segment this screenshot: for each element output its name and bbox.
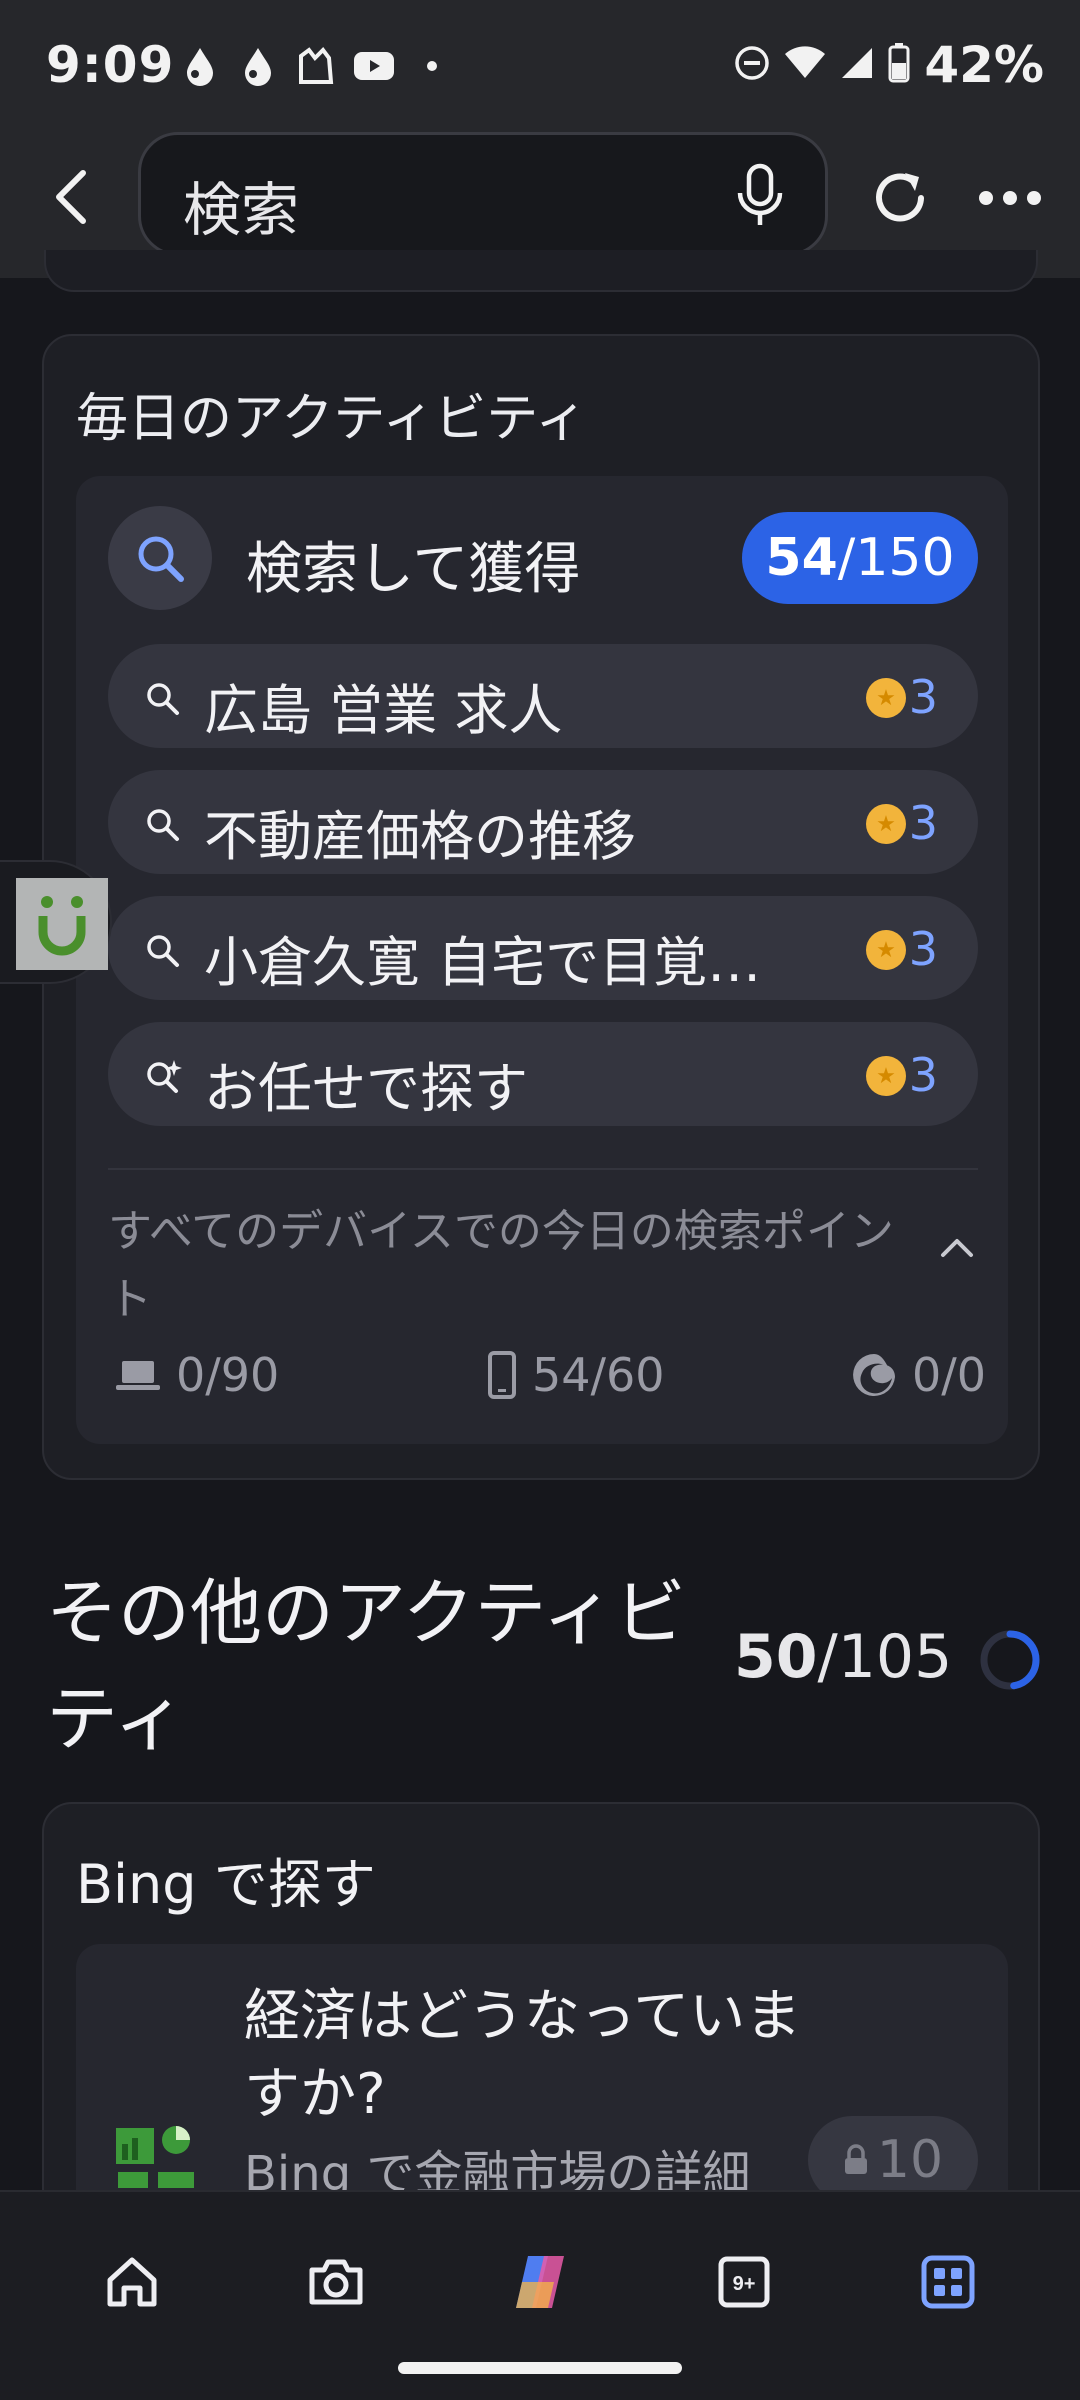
device-mobile: 54/60 [486, 1348, 665, 1402]
other-activities-count: 50/105 [734, 1622, 952, 1692]
home-indicator[interactable] [398, 2362, 682, 2374]
nav-camera[interactable] [296, 2242, 376, 2322]
other-activities-title: その他のアクティビティ [46, 1571, 687, 1761]
device-pc-points: 0/90 [176, 1348, 280, 1402]
signal-icon [840, 46, 874, 84]
suggested-query[interactable]: 広島 営業 求人 ★ 3 [108, 644, 978, 748]
suggested-query[interactable]: 不動産価格の推移 ★ 3 [108, 770, 978, 874]
query-text: 不動産価格の推移 [204, 805, 636, 868]
nav-tabs[interactable]: 9+ [704, 2242, 784, 2322]
nav-apps[interactable] [908, 2242, 988, 2322]
search-input-text: 検索 [183, 176, 300, 244]
suggested-query[interactable]: 小倉久寛 自宅で目覚… ★ 3 [108, 896, 978, 1000]
u-logo-icon [16, 878, 108, 970]
microphone-icon[interactable] [735, 163, 785, 233]
status-bar: 9:09 42% [0, 0, 1080, 132]
system-icons: 42% [734, 36, 1044, 94]
search-points-current: 54 [765, 528, 838, 588]
copilot-icon [516, 2256, 564, 2308]
tabs-count-icon: 9+ [718, 2256, 770, 2308]
more-dot-icon [1003, 191, 1017, 205]
chart-illustration-icon [114, 2120, 200, 2194]
phone-icon [488, 1351, 516, 1399]
coin-icon: ★ [866, 678, 906, 718]
svg-text:9+: 9+ [733, 2273, 756, 2295]
economy-item-title: 経済はどうなっていますか? [244, 1984, 802, 2127]
home-icon [107, 2257, 157, 2307]
battery-percent: 42% [924, 36, 1044, 94]
status-time: 9:09 [46, 36, 175, 94]
chevron-up-icon[interactable] [940, 1236, 974, 1262]
progress-ring [980, 1630, 1040, 1690]
search-earn-header[interactable]: 検索して獲得 54/150 [108, 506, 978, 610]
coin-icon: ★ [866, 1056, 906, 1096]
daily-activities-title: 毎日のアクティビティ [76, 389, 588, 449]
divider [108, 1168, 978, 1170]
device-points-note: すべてのデバイスでの今日の検索ポイント [108, 1206, 894, 1325]
lock-icon [844, 2144, 867, 2174]
search-icon [144, 680, 180, 720]
apps-grid-icon [921, 2255, 975, 2309]
device-edge-points: 0/0 [912, 1348, 987, 1402]
device-mobile-points: 54/60 [532, 1348, 665, 1402]
cat-icon [294, 44, 338, 88]
wifi-icon [784, 46, 826, 84]
previous-card-edge [44, 250, 1038, 292]
bing-card-title: Bing で探す [76, 1853, 376, 1916]
search-icon [108, 506, 212, 610]
notification-icons [178, 44, 454, 88]
more-dot-icon [979, 191, 993, 205]
search-icon [144, 932, 180, 972]
back-arrow-icon [56, 170, 86, 224]
suggested-query-auto[interactable]: お任せで探す ★ 3 [108, 1022, 978, 1126]
other-points-total: /105 [817, 1622, 953, 1692]
search-earn-label: 検索して獲得 [246, 537, 581, 602]
battery-icon [888, 43, 910, 87]
laptop-icon [116, 1361, 160, 1390]
more-dot-icon [1027, 191, 1041, 205]
drop-icon [236, 44, 280, 88]
dot-icon [410, 44, 454, 88]
more-options-button[interactable] [970, 162, 1050, 234]
query-points: 3 [908, 670, 938, 724]
query-points: 3 [908, 922, 938, 976]
search-earn-panel: 検索して獲得 54/150 広島 営業 求人 ★ 3 不動産価格の推移 ★ 3 [76, 476, 1008, 1444]
device-edge: 0/0 [850, 1348, 986, 1402]
coin-icon: ★ [866, 930, 906, 970]
camera-icon [309, 2259, 363, 2305]
refresh-icon [876, 173, 924, 222]
query-points: 3 [908, 1048, 938, 1102]
nav-home[interactable] [92, 2242, 172, 2322]
other-points-current: 50 [734, 1622, 818, 1692]
search-points-total: /150 [837, 528, 955, 588]
dnd-icon [734, 45, 770, 85]
nav-copilot[interactable] [500, 2242, 580, 2322]
refresh-button[interactable] [864, 162, 936, 234]
search-input[interactable]: 検索 [138, 132, 828, 256]
query-text: 広島 営業 求人 [204, 679, 563, 742]
search-points-badge: 54/150 [742, 512, 978, 604]
back-button[interactable] [36, 162, 106, 232]
floating-assistant-widget[interactable] [0, 860, 112, 984]
youtube-icon [352, 44, 396, 88]
device-points-row: 0/90 54/60 0/0 [108, 1348, 988, 1408]
query-text: お任せで探す [204, 1057, 528, 1120]
device-pc: 0/90 [114, 1348, 279, 1402]
sparkle-search-icon [144, 1058, 184, 1102]
search-icon [144, 806, 180, 846]
query-text: 小倉久寛 自宅で目覚… [204, 931, 762, 994]
drop-icon [178, 44, 222, 88]
locked-points-value: 10 [876, 2130, 944, 2190]
coin-icon: ★ [866, 804, 906, 844]
daily-activities-card: 毎日のアクティビティ 検索して獲得 54/150 広島 営業 求人 ★ 3 不動… [42, 334, 1040, 1480]
edge-icon [853, 1354, 895, 1396]
query-points: 3 [908, 796, 938, 850]
